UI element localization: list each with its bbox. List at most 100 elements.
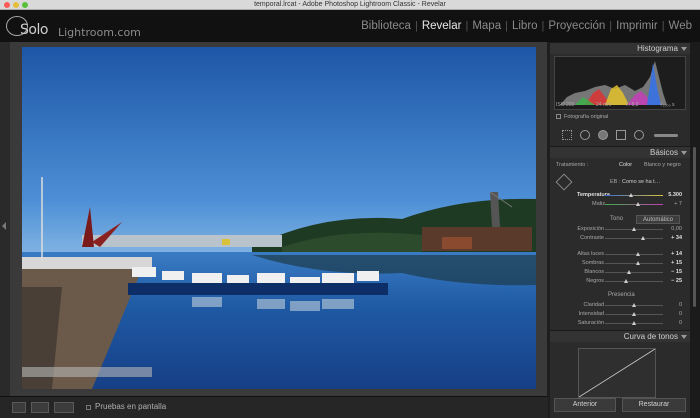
basic-title: Básicos	[649, 148, 678, 157]
tone-curve-graph[interactable]	[578, 348, 656, 398]
contrast-value[interactable]: + 34	[671, 235, 682, 241]
logo-solo-text: Solo	[20, 22, 48, 38]
treatment-label: Tratamiento :	[556, 162, 589, 168]
saturation-knob[interactable]	[632, 321, 636, 325]
original-photo-label: Fotografía original	[564, 114, 609, 120]
module-revelar[interactable]: Revelar	[418, 20, 466, 32]
wb-label: EB :	[610, 179, 621, 185]
clarity-label: Claridad	[583, 302, 604, 308]
auto-tone-button[interactable]: Automático	[636, 215, 680, 224]
exposure-value[interactable]: 0,00	[671, 226, 682, 232]
tint-slider[interactable]	[605, 204, 663, 205]
shutter-value: ¹⁄₂₀₀₀ s	[660, 102, 675, 108]
logo-site-text: Lightroom.com	[58, 26, 141, 39]
clarity-knob[interactable]	[632, 303, 636, 307]
original-photo-checkbox[interactable]	[556, 114, 561, 119]
focal-value: 24 mm	[596, 102, 612, 108]
soft-proof-checkbox[interactable]	[86, 405, 91, 410]
treatment-color[interactable]: Color	[619, 162, 632, 168]
whites-knob[interactable]	[627, 270, 631, 274]
soft-proof-label: Pruebas en pantalla	[95, 402, 167, 411]
saturation-value[interactable]: 0	[679, 320, 682, 326]
module-proyeccion[interactable]: Proyección	[544, 20, 609, 32]
module-libro[interactable]: Libro	[508, 20, 542, 32]
aperture-value: f / 8,0	[626, 102, 639, 108]
module-header: Solo Lightroom.com Biblioteca | Revelar …	[0, 10, 700, 42]
highlights-knob[interactable]	[636, 252, 640, 256]
histogram-title: Histograma	[637, 44, 678, 53]
highlights-value[interactable]: + 14	[671, 251, 682, 257]
collapse-icon[interactable]	[681, 151, 687, 155]
blacks-knob[interactable]	[624, 279, 628, 283]
vibrance-knob[interactable]	[632, 312, 636, 316]
contrast-label: Contraste	[580, 235, 604, 241]
radial-filter-icon[interactable]	[634, 130, 644, 140]
presence-label: Presencia	[608, 292, 635, 298]
temperature-value[interactable]: 5.300	[668, 192, 682, 198]
collapse-icon[interactable]	[681, 335, 687, 339]
whites-value[interactable]: − 15	[671, 269, 682, 275]
window-title: temporal.lrcat - Adobe Photoshop Lightro…	[254, 1, 446, 8]
blacks-value[interactable]: − 25	[671, 278, 682, 284]
contrast-knob[interactable]	[641, 236, 645, 240]
shadows-value[interactable]: + 15	[671, 260, 682, 266]
basic-header[interactable]: Básicos	[550, 146, 690, 158]
vibrance-value[interactable]: 0	[679, 311, 682, 317]
module-web[interactable]: Web	[665, 20, 696, 32]
histogram-header[interactable]: Histograma	[550, 42, 690, 54]
expand-left-panel-icon[interactable]	[2, 222, 6, 230]
bottom-toolbar: Pruebas en pantalla	[0, 396, 548, 418]
image-canvas[interactable]	[10, 42, 547, 396]
shadows-knob[interactable]	[636, 261, 640, 265]
white-balance-eyedropper-icon[interactable]	[555, 173, 573, 191]
temperature-knob[interactable]	[629, 193, 633, 197]
photo-preview[interactable]	[22, 47, 536, 389]
collapse-icon[interactable]	[681, 47, 687, 51]
module-mapa[interactable]: Mapa	[468, 20, 505, 32]
crop-tool-icon[interactable]	[562, 130, 572, 140]
reset-button[interactable]: Restaurar	[622, 398, 686, 412]
previous-button[interactable]: Anterior	[554, 398, 616, 412]
shadows-label: Sombras	[581, 260, 604, 266]
tint-knob[interactable]	[636, 202, 640, 206]
adjustment-brush-icon[interactable]	[654, 134, 678, 137]
contrast-slider[interactable]	[605, 238, 663, 239]
compare-view-button[interactable]	[31, 402, 49, 413]
window-title-bar: temporal.lrcat - Adobe Photoshop Lightro…	[0, 0, 700, 10]
temperature-slider[interactable]	[605, 195, 663, 196]
module-biblioteca[interactable]: Biblioteca	[357, 20, 415, 32]
spot-removal-icon[interactable]	[580, 130, 590, 140]
whites-slider[interactable]	[605, 272, 663, 273]
tone-label: Tono	[610, 216, 624, 222]
tone-curve-line	[578, 348, 656, 398]
tint-label: Matiz	[592, 201, 606, 207]
exposure-label: Exposición	[577, 226, 604, 232]
shadows-slider[interactable]	[605, 263, 663, 264]
clarity-value[interactable]: 0	[679, 302, 682, 308]
before-after-button[interactable]	[54, 402, 74, 413]
right-panel-scrollbar[interactable]	[690, 42, 700, 418]
treatment-bw[interactable]: Blanco y negro	[644, 162, 681, 168]
exposure-knob[interactable]	[632, 227, 636, 231]
right-panel: Histograma ISO 200 24 mm f / 8,0 ¹⁄₂₀₀₀ …	[550, 42, 690, 418]
scrollbar-thumb[interactable]	[693, 147, 696, 307]
module-picker: Biblioteca | Revelar | Mapa | Libro | Pr…	[357, 20, 696, 32]
blacks-slider[interactable]	[605, 281, 663, 282]
harbor-photo	[22, 47, 536, 389]
highlights-slider[interactable]	[605, 254, 663, 255]
highlights-label: Altas luces	[577, 251, 604, 257]
loupe-view-button[interactable]	[12, 402, 26, 413]
tool-strip	[554, 128, 686, 142]
graduated-filter-icon[interactable]	[616, 130, 626, 140]
whites-label: Blancos	[584, 269, 604, 275]
tone-curve-title: Curva de tonos	[623, 332, 678, 341]
original-photo-toggle[interactable]: Fotografía original	[556, 114, 608, 120]
tint-value[interactable]: + 7	[674, 201, 682, 207]
tone-curve-header[interactable]: Curva de tonos	[550, 330, 690, 342]
wb-dropdown[interactable]: Como se ha t…	[622, 179, 660, 185]
vibrance-label: Intensidad	[578, 311, 604, 317]
left-panel-collapsed[interactable]	[0, 42, 10, 396]
red-eye-icon[interactable]	[598, 130, 608, 140]
module-imprimir[interactable]: Imprimir	[612, 20, 662, 32]
iso-value: ISO 200	[556, 102, 575, 108]
